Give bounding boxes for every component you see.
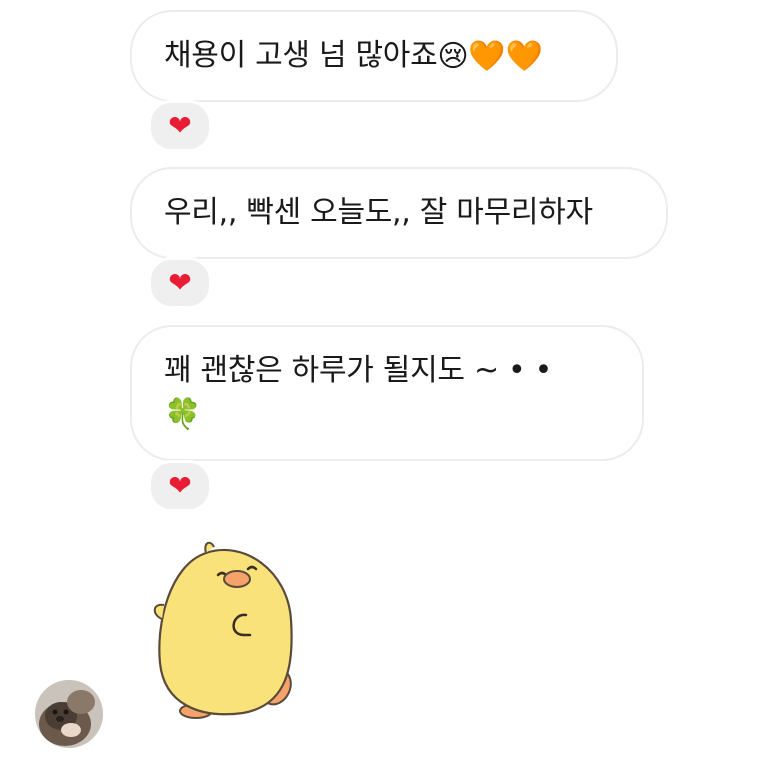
crying-face-orange-hearts-icon: 😢🧡🧡 (437, 38, 543, 74)
message-bubble[interactable]: 우리,, 빡센 오늘도,, 잘 마무리하자 (130, 167, 668, 259)
four-leaf-clover-icon: 🍀 (164, 397, 202, 432)
heart-reaction[interactable]: ❤ (148, 460, 212, 512)
message-bubble[interactable]: 채용이 고생 넘 많아죠😢🧡🧡 (130, 10, 618, 102)
yellow-chick-sticker-icon[interactable] (148, 535, 308, 725)
heart-icon: ❤ (168, 109, 192, 142)
otter-avatar-icon[interactable] (35, 680, 103, 748)
message-text: 우리,, 빡센 오늘도,, 잘 마무리하자 (164, 195, 593, 230)
heart-icon: ❤ (168, 469, 192, 502)
heart-reaction[interactable]: ❤ (148, 100, 212, 152)
heart-reaction[interactable]: ❤ (148, 257, 212, 309)
message-text: 꽤 괜찮은 하루가 될지도 ~ • • (164, 353, 553, 388)
heart-icon: ❤ (168, 266, 192, 299)
message-bubble[interactable]: 꽤 괜찮은 하루가 될지도 ~ • • 🍀 (130, 325, 644, 461)
message-text: 채용이 고생 넘 많아죠 (164, 38, 438, 73)
